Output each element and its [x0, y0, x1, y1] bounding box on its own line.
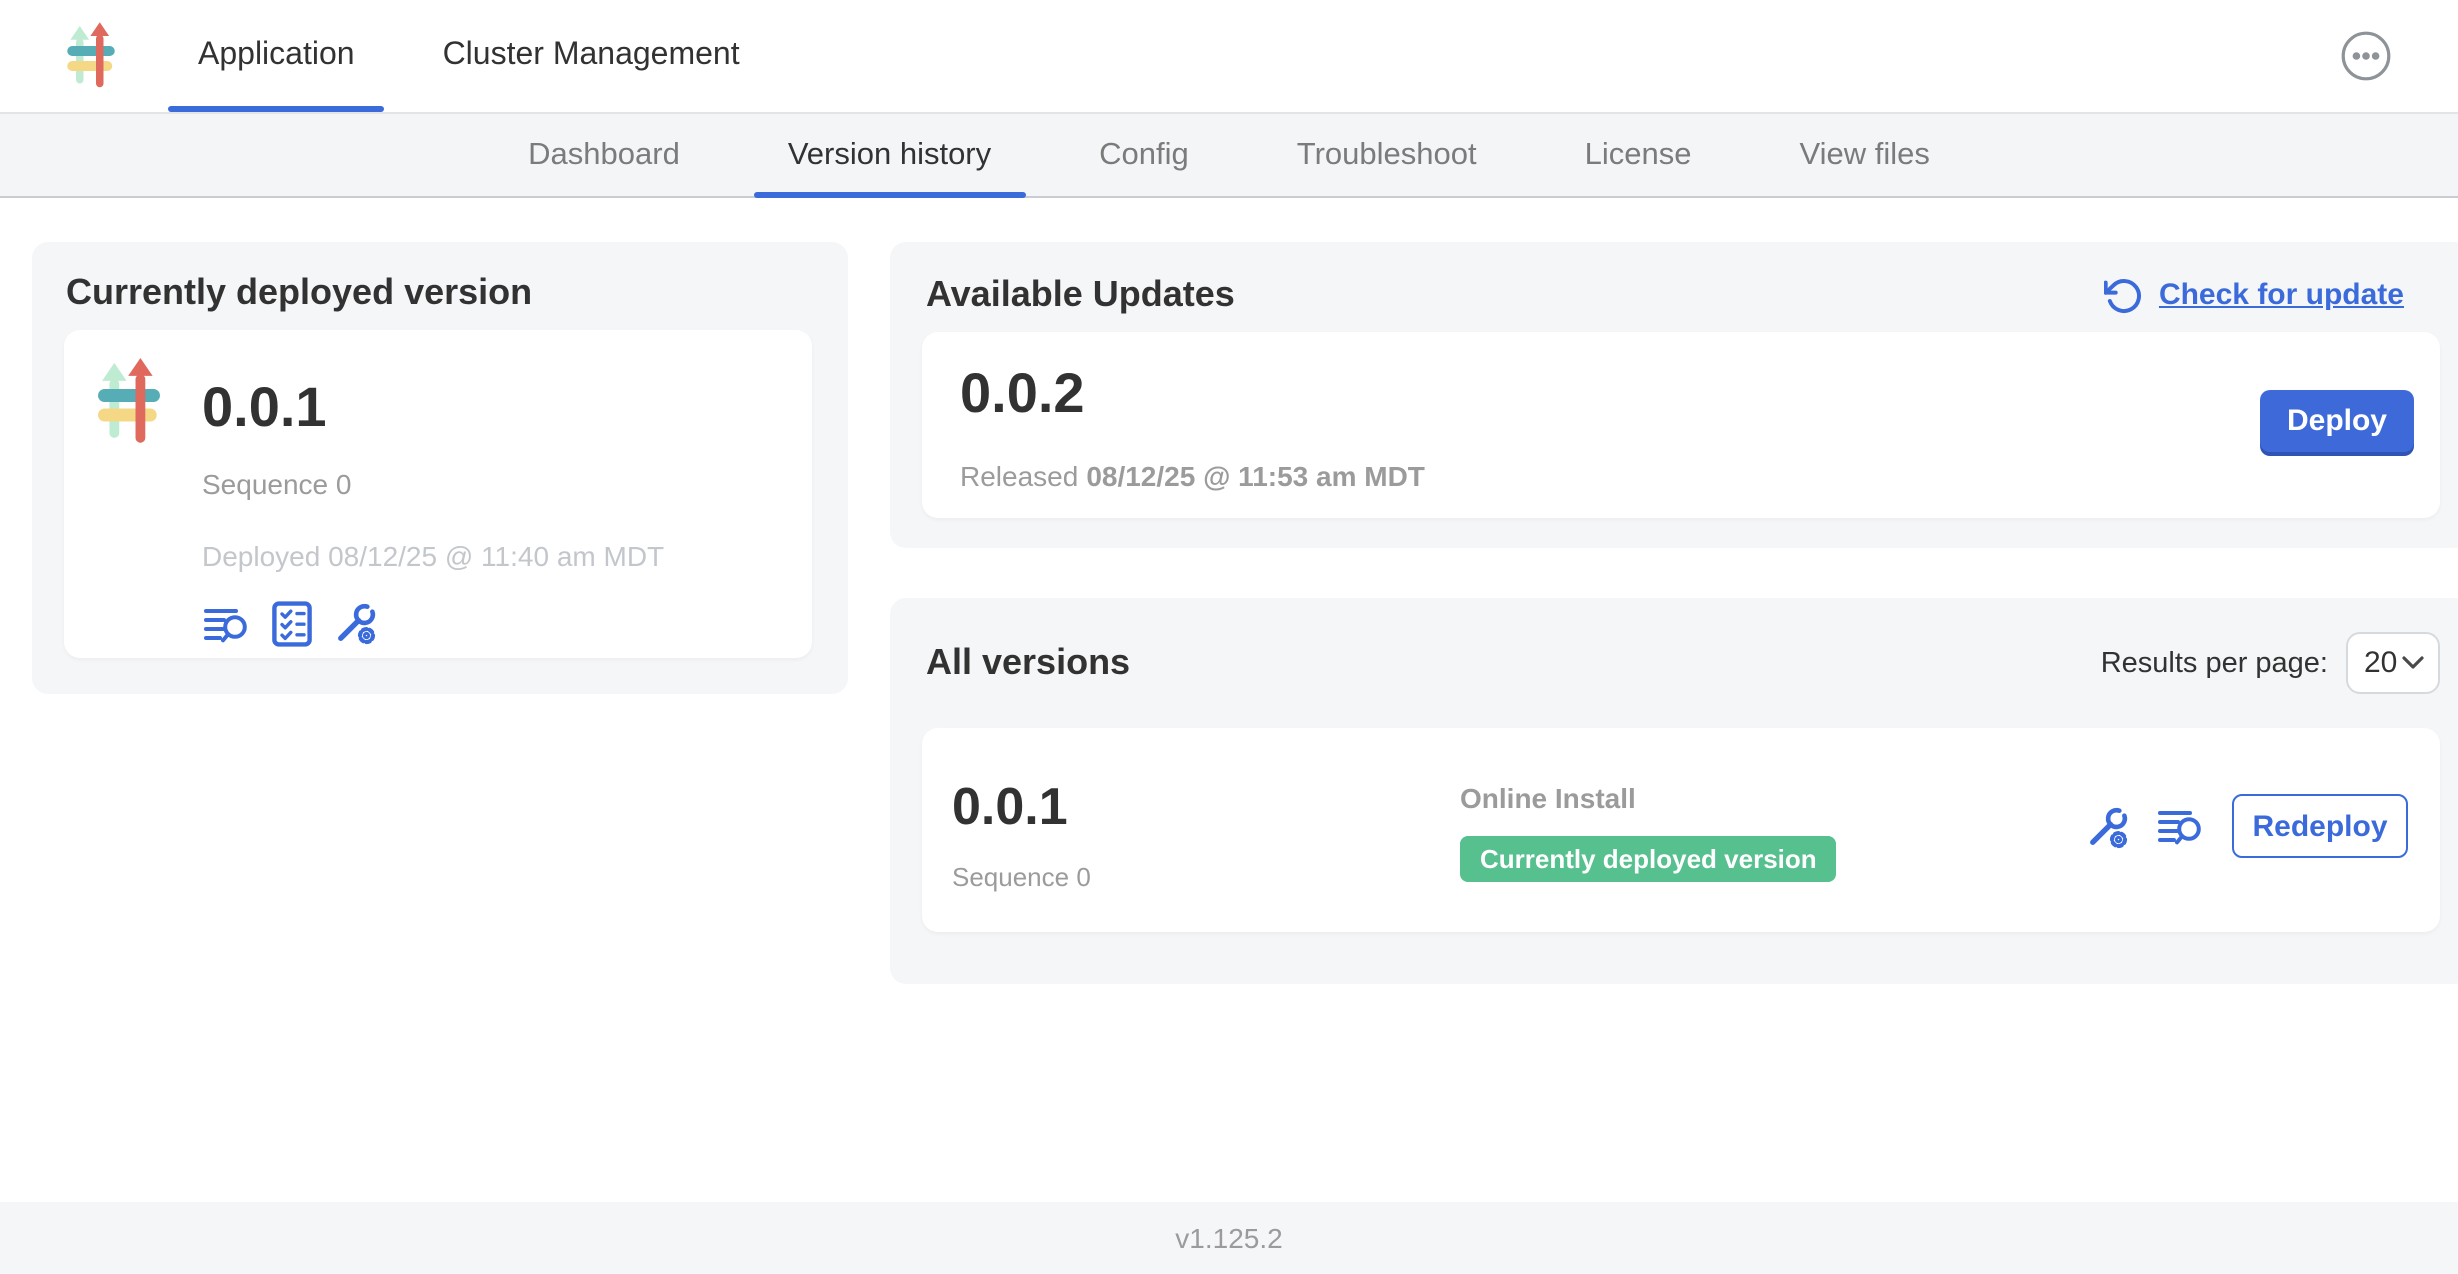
logs-icon[interactable] [202, 602, 252, 646]
app-logo-icon [66, 22, 116, 90]
version-row-version-col: 0.0.1 Sequence 0 [952, 776, 1091, 892]
results-per-page-select[interactable]: 20 [2346, 632, 2440, 694]
app-version-logo [94, 358, 164, 446]
app-subnav: Dashboard Version history Config Trouble… [0, 112, 2458, 198]
tab-label: Version history [788, 137, 991, 173]
tab-view-files[interactable]: View files [1745, 114, 1983, 196]
tab-label: Dashboard [528, 137, 680, 173]
console-version: v1.125.2 [1175, 1222, 1282, 1254]
tab-label: View files [1799, 137, 1929, 173]
version-row-actions: Redeploy [2084, 794, 2408, 858]
navbar-tab-cluster-management[interactable]: Cluster Management [413, 0, 770, 112]
main-content: Currently deployed version 0.0.1 Sequenc… [0, 198, 2458, 1202]
available-update-card: 0.0.2 Released08/12/25 @ 11:53 am MDT De… [922, 332, 2440, 518]
app-logo [0, 0, 116, 112]
deployed-version-actions [202, 600, 664, 648]
tab-troubleshoot[interactable]: Troubleshoot [1243, 114, 1531, 196]
results-per-page-label: Results per page: [2101, 647, 2328, 679]
deployed-version-details: 0.0.1 Sequence 0 Deployed 08/12/25 @ 11:… [202, 378, 664, 648]
check-for-update-link[interactable]: Check for update [2105, 275, 2404, 315]
app-logo-icon [94, 358, 164, 446]
currently-deployed-badge: Currently deployed version [1460, 836, 1837, 882]
all-versions-section: All versions Results per page: 20 [890, 598, 2458, 984]
navbar-tab-application[interactable]: Application [168, 0, 385, 112]
ellipsis-circle-icon [2340, 30, 2392, 82]
page-footer: v1.125.2 [0, 1202, 2458, 1274]
tab-version-history[interactable]: Version history [734, 114, 1045, 196]
navbar-tab-label: Application [198, 38, 355, 74]
row-sequence: Sequence 0 [952, 862, 1091, 892]
navbar-tab-label: Cluster Management [443, 38, 740, 74]
available-updates-title: Available Updates [926, 274, 1235, 316]
page: Application Cluster Management Dashboard… [0, 0, 2458, 1274]
deployed-timestamp: Deployed 08/12/25 @ 11:40 am MDT [202, 540, 664, 572]
deployed-version-number: 0.0.1 [202, 378, 664, 440]
all-versions-header: All versions Results per page: 20 [890, 598, 2458, 694]
tab-config[interactable]: Config [1045, 114, 1243, 196]
update-version-number: 0.0.2 [960, 364, 1085, 426]
available-updates-section: Available Updates Check for update 0.0.2… [890, 242, 2458, 548]
released-prefix: Released [960, 460, 1078, 492]
chevron-down-icon [2402, 656, 2424, 670]
deployed-version-card: 0.0.1 Sequence 0 Deployed 08/12/25 @ 11:… [64, 330, 812, 658]
tab-dashboard[interactable]: Dashboard [474, 114, 734, 196]
preflight-checklist-icon[interactable] [270, 600, 314, 648]
currently-deployed-section: Currently deployed version 0.0.1 Sequenc… [32, 242, 848, 694]
available-updates-header: Available Updates Check for update [890, 242, 2458, 316]
currently-deployed-title: Currently deployed version [66, 272, 532, 314]
tab-label: License [1585, 137, 1692, 173]
deploy-button[interactable]: Deploy [2260, 390, 2414, 452]
released-timestamp: 08/12/25 @ 11:53 am MDT [1086, 460, 1425, 492]
all-versions-title: All versions [926, 642, 1130, 684]
results-per-page: Results per page: 20 [2101, 632, 2440, 694]
overflow-menu-button[interactable] [2340, 30, 2392, 82]
tab-label: Config [1099, 137, 1189, 173]
update-released-line: Released08/12/25 @ 11:53 am MDT [960, 460, 1425, 492]
refresh-icon [2105, 275, 2145, 315]
row-version-number: 0.0.1 [952, 776, 1091, 838]
tab-label: Troubleshoot [1297, 137, 1477, 173]
logs-icon[interactable] [2156, 804, 2206, 848]
top-navbar: Application Cluster Management [0, 0, 2458, 112]
navbar-tabs: Application Cluster Management [168, 0, 798, 112]
check-for-update-label: Check for update [2159, 278, 2404, 312]
config-wrench-icon[interactable] [2084, 803, 2130, 849]
version-row: 0.0.1 Sequence 0 Online Install Currentl… [922, 728, 2440, 932]
config-wrench-icon[interactable] [332, 601, 378, 647]
tab-license[interactable]: License [1531, 114, 1746, 196]
results-per-page-value: 20 [2364, 646, 2397, 680]
redeploy-button[interactable]: Redeploy [2232, 794, 2408, 858]
install-type-label: Online Install [1460, 782, 1837, 814]
deployed-sequence: Sequence 0 [202, 468, 664, 500]
version-row-info-col: Online Install Currently deployed versio… [1460, 782, 1837, 882]
